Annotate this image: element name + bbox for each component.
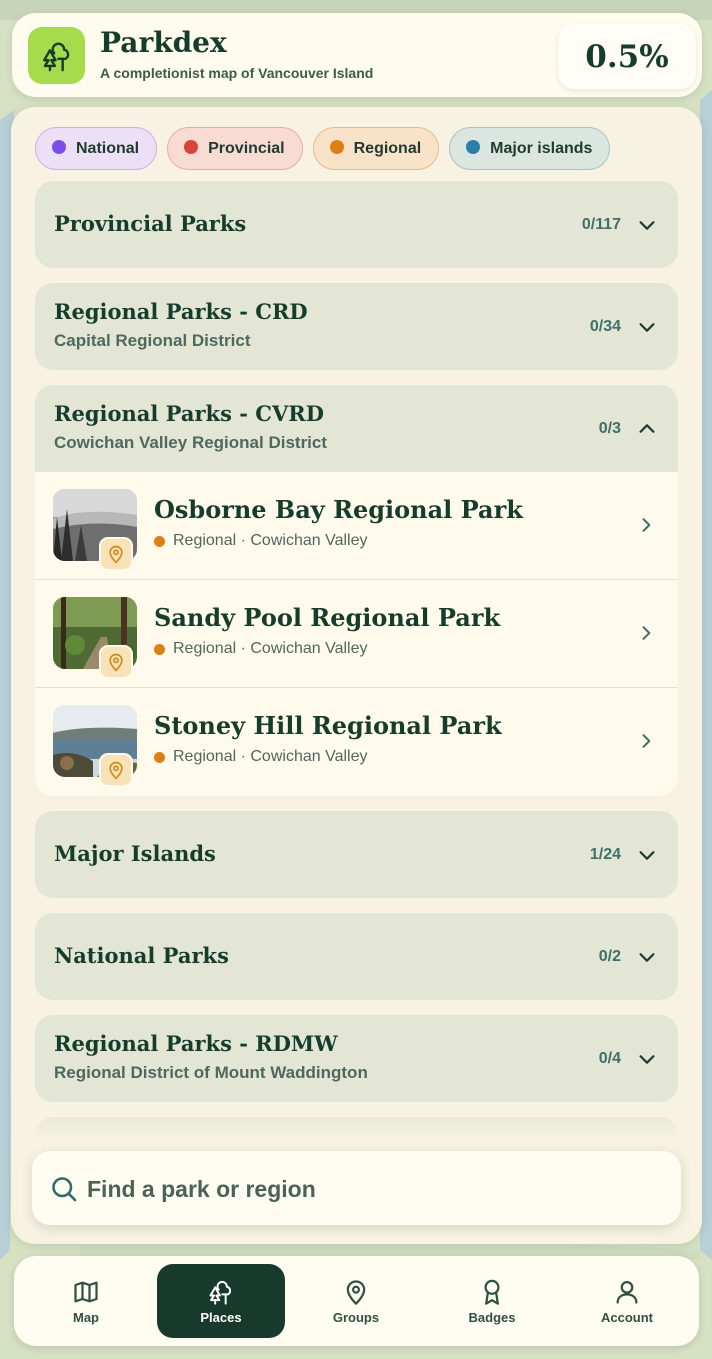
filter-chip-label: Regional: [353, 139, 422, 157]
tree-icon: [42, 42, 69, 71]
section-header[interactable]: Regional Parks - RDMW Regional District …: [35, 1015, 678, 1102]
section-national-parks[interactable]: National Parks 0/2: [35, 913, 678, 1000]
nav-badges[interactable]: Badges: [428, 1264, 556, 1338]
nav-label: Map: [73, 1309, 99, 1325]
map-icon: [74, 1281, 98, 1302]
nav-label: Badges: [468, 1309, 516, 1325]
park-meta: Regional · Cowichan Valley: [154, 532, 367, 550]
app-subtitle: A completionist map of Vancouver Island: [100, 65, 374, 81]
section-count: 0/3: [598, 419, 621, 437]
places-panel: National Provincial Regional Major islan…: [11, 107, 702, 1244]
section-header[interactable]: Regional Parks - CRD Capital Regional Di…: [35, 283, 678, 370]
park-item-stoney-hill[interactable]: Stoney Hill Regional Park Regional · Cow…: [35, 688, 678, 796]
pin-badge: [99, 753, 133, 787]
national-dot: [52, 139, 66, 154]
section-provincial-parks[interactable]: Provincial Parks 0/117: [35, 181, 678, 268]
park-name: Osborne Bay Regional Park: [154, 495, 523, 524]
chevron-right-icon: [642, 626, 651, 640]
park-name: Stoney Hill Regional Park: [154, 711, 502, 740]
chevron-down-icon: [639, 953, 655, 962]
search-input[interactable]: [87, 1169, 647, 1209]
map-pin-icon: [346, 1279, 366, 1305]
filter-chip-label: National: [76, 139, 140, 157]
section-header[interactable]: Regional Parks - CVRD Cowichan Valley Re…: [35, 385, 678, 472]
regional-dot: [329, 139, 344, 154]
app-header: Parkdex A completionist map of Vancouver…: [12, 13, 702, 97]
section-major-islands[interactable]: Major Islands 1/24: [35, 811, 678, 898]
section-subtitle: Regional District of Mount Waddington: [54, 1063, 368, 1082]
filter-chip-provincial[interactable]: Provincial: [167, 127, 303, 170]
pin-badge: [99, 537, 133, 571]
chevron-down-icon: [639, 1055, 655, 1064]
section-subtitle: Capital Regional District: [54, 331, 251, 350]
completion-percentage: 0.5%: [558, 24, 696, 89]
section-regional-parks-cvrd[interactable]: Regional Parks - CVRD Cowichan Valley Re…: [35, 385, 678, 796]
section-header[interactable]: National Parks 0/2: [35, 913, 678, 1000]
park-name: Sandy Pool Regional Park: [154, 603, 501, 632]
section-title: Provincial Parks: [54, 211, 247, 236]
chevron-up-icon: [639, 424, 655, 433]
major-islands-dot: [466, 139, 481, 154]
pin-badge: [99, 645, 133, 679]
section-title: National Parks: [54, 943, 229, 968]
filter-chip-major-islands[interactable]: Major islands: [449, 127, 611, 170]
nav-groups[interactable]: Groups: [292, 1264, 420, 1338]
regional-dot: [154, 643, 165, 655]
nav-account[interactable]: Account: [563, 1264, 691, 1338]
badge-icon: [484, 1279, 500, 1305]
section-title: Regional Parks - CRD: [54, 299, 308, 324]
section-regional-parks-rdmw[interactable]: Regional Parks - RDMW Regional District …: [35, 1015, 678, 1102]
map-pin-icon: [109, 545, 123, 564]
nav-map[interactable]: Map: [22, 1264, 150, 1338]
chevron-down-icon: [639, 323, 655, 332]
section-count: 1/24: [589, 845, 621, 863]
user-icon: [616, 1280, 638, 1304]
park-meta-text: Regional · Cowichan Valley: [173, 532, 368, 549]
filter-chips: National Provincial Regional Major islan…: [35, 127, 611, 170]
section-regional-parks-crd[interactable]: Regional Parks - CRD Capital Regional Di…: [35, 283, 678, 370]
section-count: 0/34: [589, 317, 621, 335]
filter-chip-label: Provincial: [208, 139, 285, 157]
regional-dot: [154, 751, 165, 763]
list-fade: [11, 1107, 702, 1139]
nav-label: Account: [601, 1309, 653, 1325]
nav-label: Groups: [332, 1309, 380, 1325]
section-title: Regional Parks - CVRD: [54, 401, 324, 426]
filter-chip-national[interactable]: National: [35, 127, 158, 170]
chevron-down-icon: [639, 851, 655, 860]
places-list[interactable]: National Provincial Regional Major islan…: [11, 107, 702, 1137]
chevron-right-icon: [642, 734, 651, 748]
section-title: Regional Parks - RDMW: [54, 1031, 338, 1056]
park-meta: Regional · Cowichan Valley: [154, 640, 367, 658]
trees-icon: [209, 1280, 232, 1305]
section-title: Major Islands: [54, 841, 216, 866]
search-bar[interactable]: [32, 1151, 681, 1225]
filter-chip-regional[interactable]: Regional: [312, 127, 440, 170]
nav-label: Places: [200, 1309, 242, 1325]
map-pin-icon: [109, 761, 123, 780]
nav-places[interactable]: Places: [157, 1264, 285, 1338]
regional-dot: [154, 535, 165, 547]
park-meta-text: Regional · Cowichan Valley: [173, 748, 368, 765]
chevron-right-icon: [642, 518, 651, 532]
park-meta-text: Regional · Cowichan Valley: [173, 640, 368, 657]
section-count: 0/4: [598, 1049, 621, 1067]
bottom-navigation: Map Places Groups Badges Account: [14, 1256, 699, 1346]
section-count: 0/117: [581, 215, 621, 233]
filter-chip-label: Major islands: [490, 139, 593, 157]
app-title: Parkdex: [100, 26, 227, 59]
park-item-osborne-bay[interactable]: Osborne Bay Regional Park Regional · Cow…: [35, 472, 678, 580]
map-pin-icon: [109, 653, 123, 672]
app-logo: [28, 27, 85, 84]
search-icon: [52, 1177, 77, 1202]
park-list: Osborne Bay Regional Park Regional · Cow…: [35, 472, 678, 796]
provincial-dot: [184, 139, 199, 154]
section-count: 0/2: [598, 947, 621, 965]
section-subtitle: Cowichan Valley Regional District: [54, 433, 328, 452]
section-header[interactable]: Provincial Parks 0/117: [35, 181, 678, 268]
park-item-sandy-pool[interactable]: Sandy Pool Regional Park Regional · Cowi…: [35, 580, 678, 688]
chevron-down-icon: [639, 221, 655, 230]
park-meta: Regional · Cowichan Valley: [154, 748, 367, 766]
section-header[interactable]: Major Islands 1/24: [35, 811, 678, 898]
